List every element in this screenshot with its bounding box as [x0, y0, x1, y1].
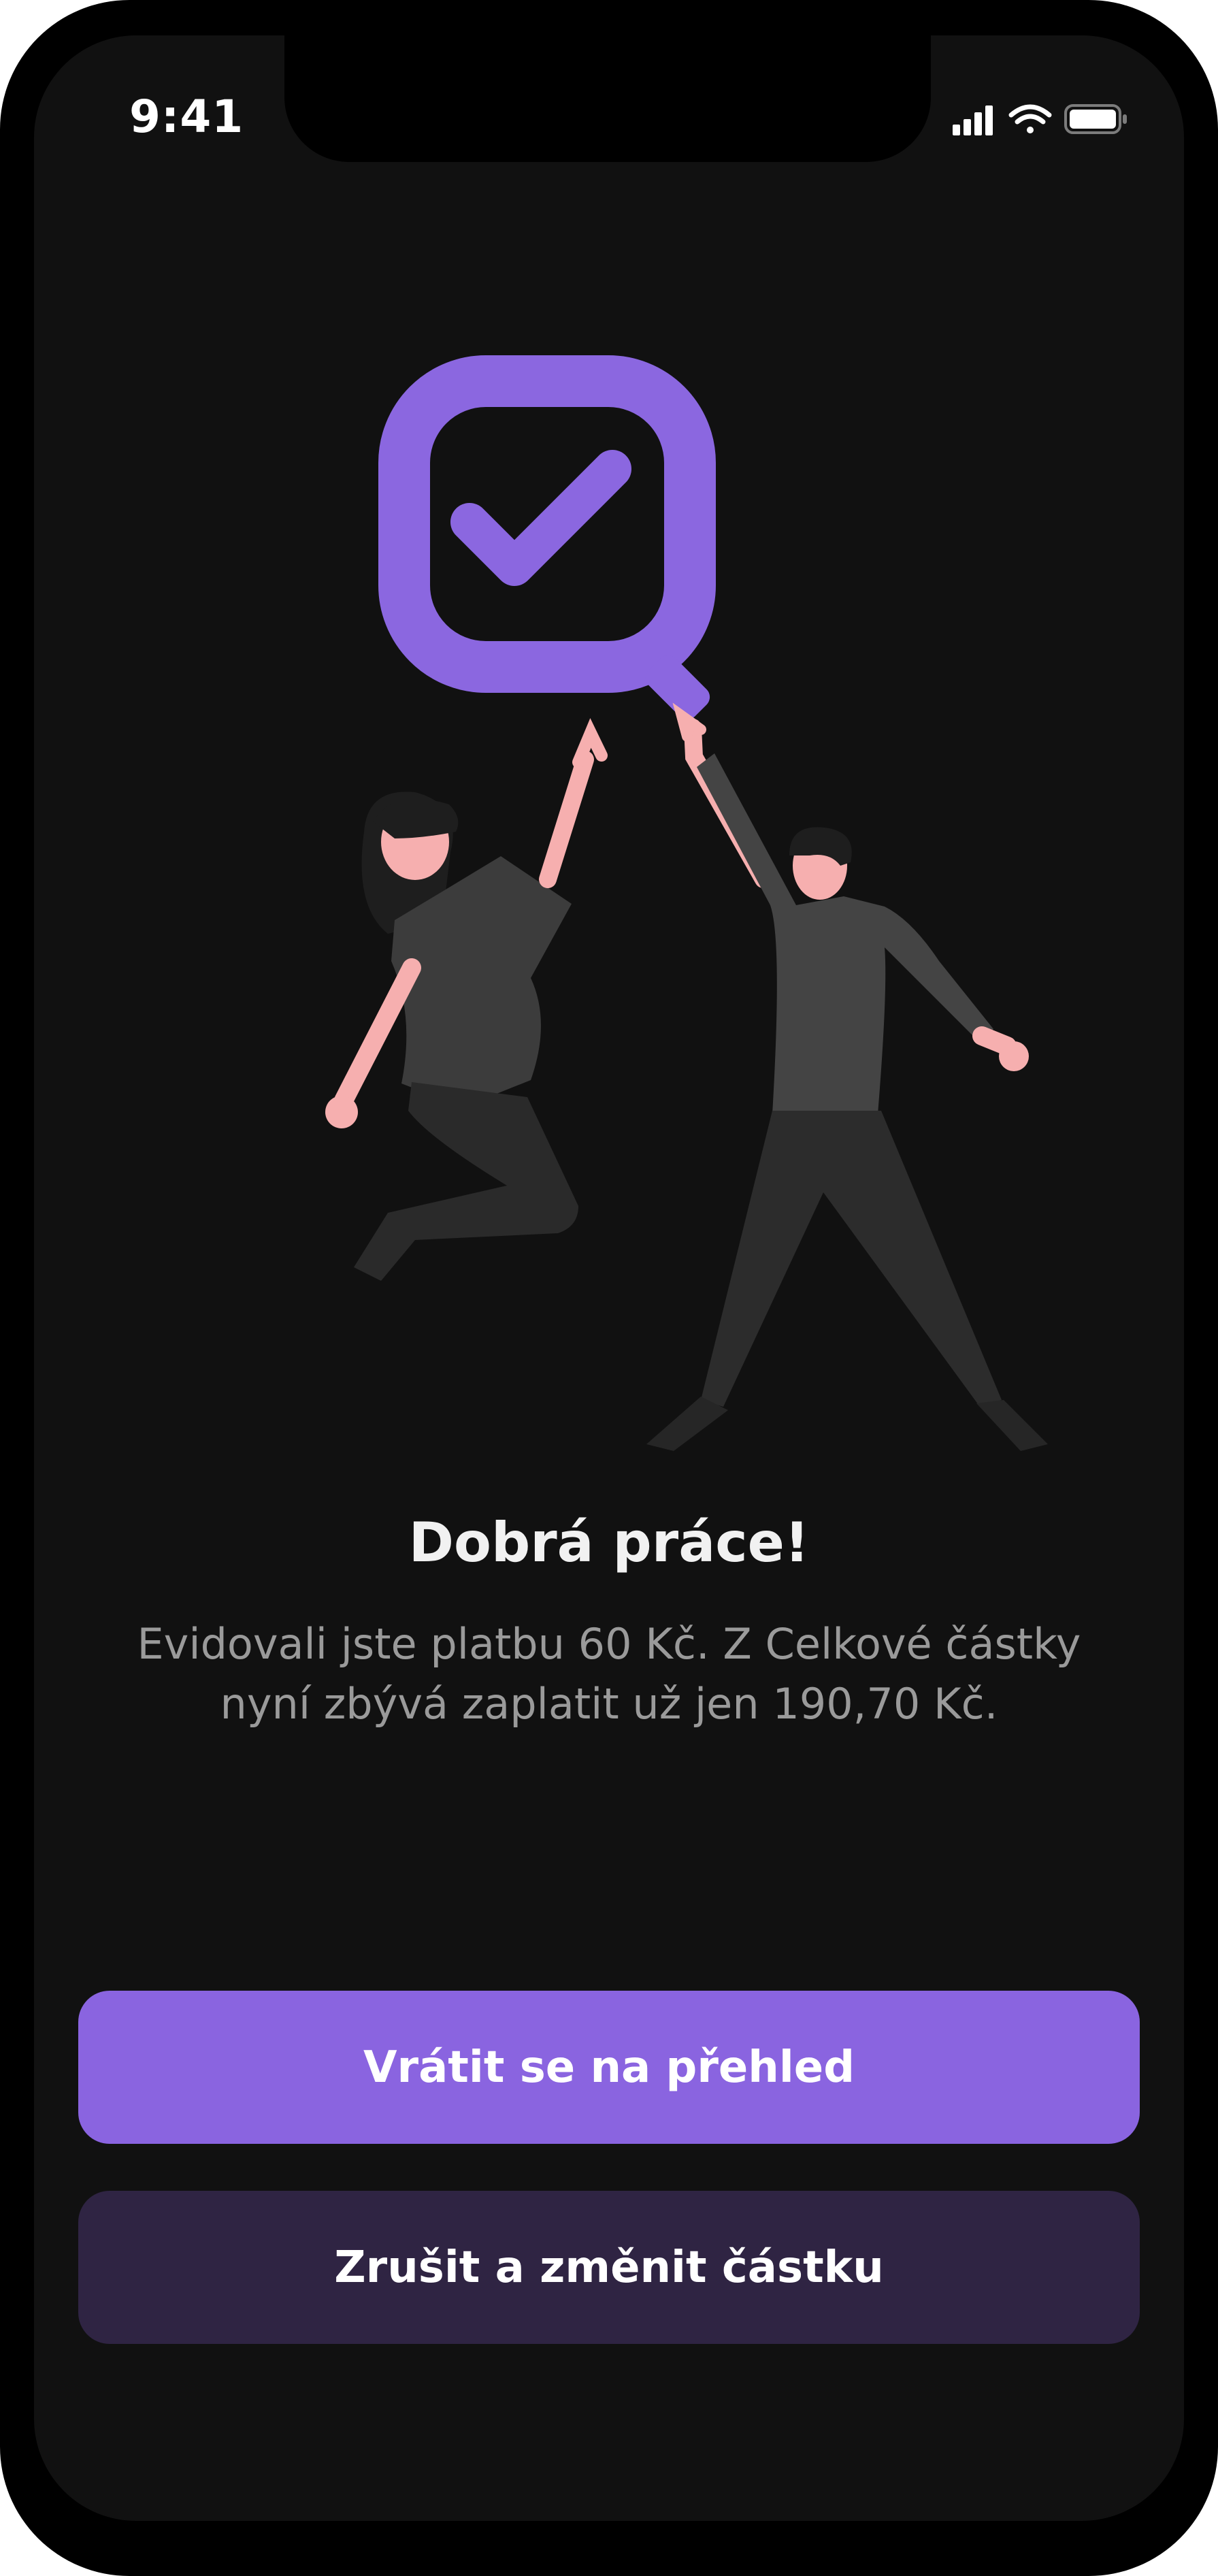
man-figure — [646, 702, 1048, 1451]
success-message: Evidovali jste platbu 60 Kč. Z Celkové č… — [137, 1619, 1081, 1729]
woman-figure — [325, 718, 608, 1281]
cancel-change-amount-button[interactable]: Zrušit a změnit částku — [78, 2191, 1140, 2344]
status-time: 9:41 — [129, 91, 244, 143]
wifi-icon — [1008, 104, 1052, 133]
device-notch — [284, 35, 931, 162]
success-illustration — [325, 355, 1048, 1451]
back-to-overview-label: Vrátit se na přehled — [363, 2042, 855, 2093]
checkbox-magnifier-icon — [378, 355, 716, 720]
cellular-signal-icon — [953, 105, 993, 135]
status-icons — [953, 104, 1127, 135]
cancel-change-amount-label: Zrušit a změnit částku — [334, 2242, 884, 2293]
screen: 9:41 Dobrá práce! Evidovali jste platbu … — [34, 35, 1184, 2521]
success-title: Dobrá práce! — [408, 1511, 810, 1574]
back-to-overview-button[interactable]: Vrátit se na přehled — [78, 1991, 1140, 2144]
phone-frame: 9:41 Dobrá práce! Evidovali jste platbu … — [0, 0, 1218, 2576]
battery-icon — [1064, 104, 1127, 134]
